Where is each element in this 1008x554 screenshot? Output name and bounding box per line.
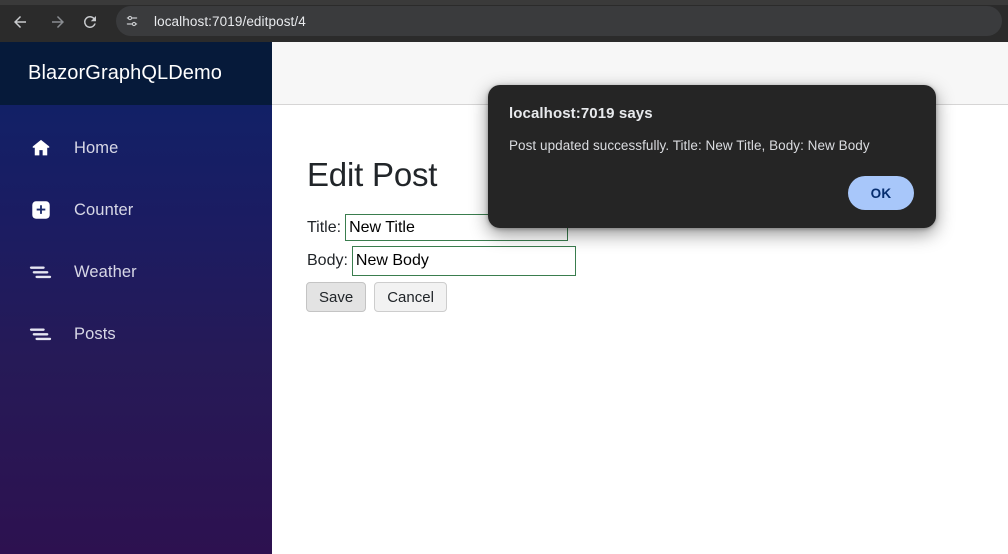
body-label: Body:: [307, 252, 348, 269]
dialog-ok-button[interactable]: OK: [848, 176, 914, 210]
body-field-row: Body:: [307, 246, 576, 276]
list-icon: [28, 259, 54, 285]
back-button[interactable]: [6, 8, 34, 36]
tune-sliders-icon[interactable]: [118, 7, 146, 35]
brand-title: BlazorGraphQLDemo: [28, 62, 223, 84]
page-viewport: BlazorGraphQLDemo Home Counter Weather P…: [0, 42, 1008, 554]
home-icon: [28, 135, 54, 161]
sidebar-item-posts[interactable]: Posts: [0, 313, 272, 355]
list-icon: [28, 321, 54, 347]
url-text: localhost:7019/editpost/4: [154, 13, 306, 29]
sidebar-item-weather[interactable]: Weather: [0, 251, 272, 293]
cancel-button[interactable]: Cancel: [374, 282, 447, 312]
sidebar-item-home[interactable]: Home: [0, 127, 272, 169]
sidebar-item-label: Posts: [74, 324, 116, 343]
plus-square-icon: [28, 197, 54, 223]
arrow-left-icon: [14, 16, 26, 28]
address-bar[interactable]: localhost:7019/editpost/4: [116, 6, 1002, 36]
sidebar-brand[interactable]: BlazorGraphQLDemo: [0, 42, 272, 105]
arrow-right-icon: [52, 16, 64, 28]
form-button-row: Save Cancel: [306, 282, 447, 312]
browser-tab-strip: [0, 0, 1008, 5]
save-button[interactable]: Save: [306, 282, 367, 312]
sidebar-item-label: Weather: [74, 262, 137, 281]
dialog-message: Post updated successfully. Title: New Ti…: [509, 138, 870, 153]
sidebar: BlazorGraphQLDemo Home Counter Weather P…: [0, 42, 272, 554]
sidebar-item-label: Home: [74, 138, 119, 157]
dialog-title: localhost:7019 says: [509, 105, 653, 122]
reload-icon: [83, 15, 96, 28]
forward-button[interactable]: [44, 8, 72, 36]
reload-button[interactable]: [76, 8, 104, 36]
sidebar-nav: Home Counter Weather Posts: [0, 105, 272, 355]
body-input[interactable]: [351, 246, 576, 276]
page-title: Edit Post: [307, 156, 438, 193]
sidebar-item-label: Counter: [74, 200, 134, 219]
sidebar-item-counter[interactable]: Counter: [0, 189, 272, 231]
browser-toolbar: localhost:7019/editpost/4: [0, 0, 1008, 42]
title-label: Title:: [307, 218, 342, 236]
javascript-alert-dialog: localhost:7019 says Post updated success…: [488, 85, 936, 228]
